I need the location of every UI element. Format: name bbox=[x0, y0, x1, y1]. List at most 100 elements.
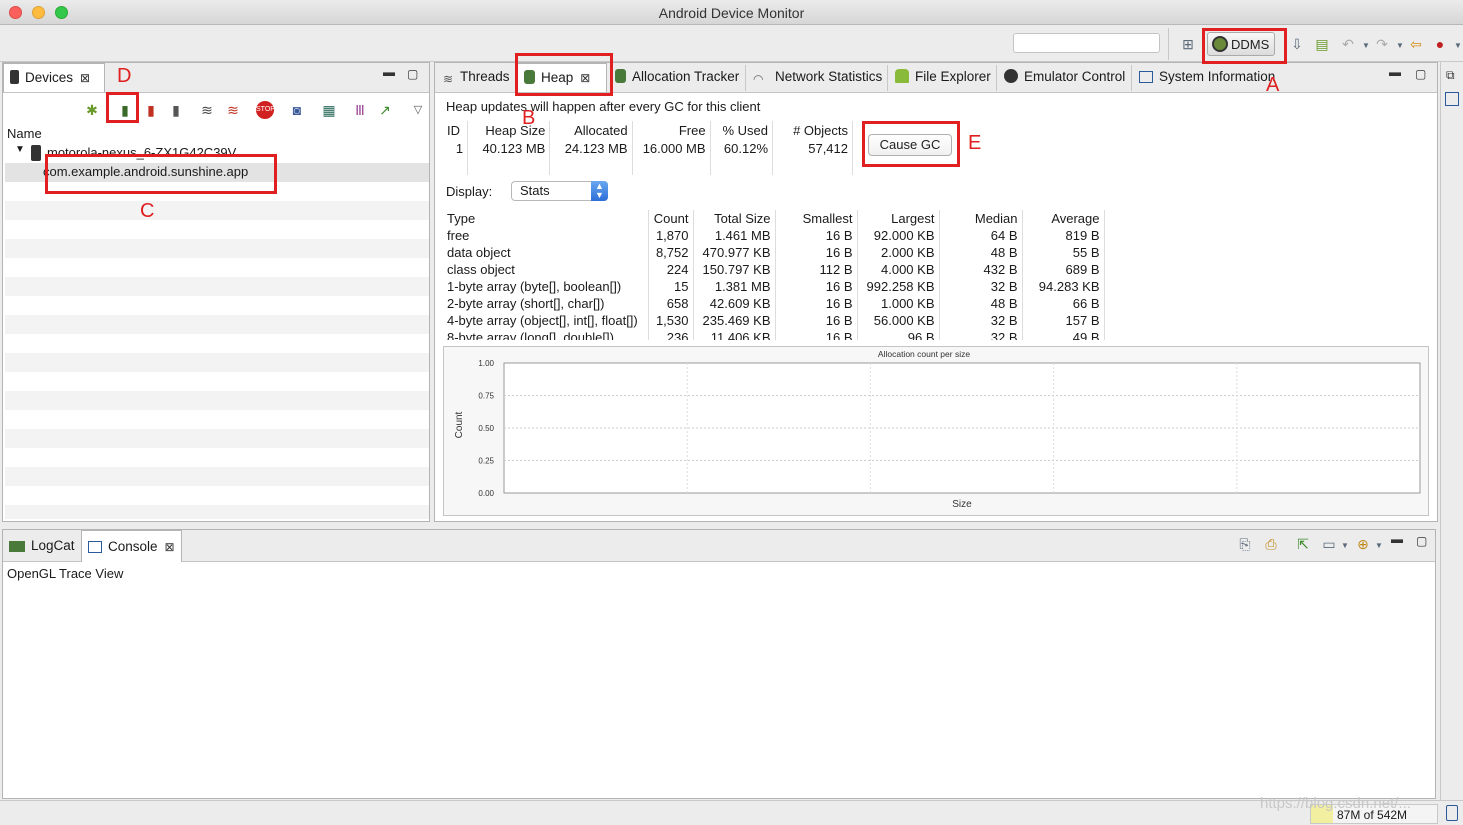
table-cell: 1 bbox=[443, 139, 469, 157]
minimize-icon[interactable]: ▬ bbox=[383, 65, 395, 79]
column-header[interactable]: Allocated bbox=[549, 121, 633, 139]
table-row[interactable]: free 1,870 1.461 MB 16 B 92.000 KB 64 B 819 B bbox=[443, 227, 1105, 244]
save-icon[interactable]: ▤ bbox=[1314, 36, 1330, 52]
chart-title: Allocation count per size bbox=[878, 349, 970, 359]
tab-file-explorer[interactable]: File Explorer bbox=[889, 63, 997, 91]
table-row[interactable]: class object 224 150.797 KB 112 B 4.000 KB 43… bbox=[443, 261, 1105, 278]
column-header[interactable]: Type bbox=[443, 210, 649, 227]
minimize-icon[interactable]: ▬ bbox=[1391, 532, 1403, 546]
view-menu-icon[interactable]: ▽ bbox=[409, 101, 427, 119]
open-console-icon[interactable]: ⊕ bbox=[1355, 536, 1371, 552]
list-row bbox=[5, 201, 429, 220]
heap-info-text: Heap updates will happen after every GC … bbox=[446, 99, 761, 114]
table-row[interactable]: 4-byte array (object[], int[], float[]) 1… bbox=[443, 312, 1105, 329]
table-cell: 32 B bbox=[939, 312, 1023, 329]
table-row[interactable]: 2-byte array (short[], char[]) 658 42.609 … bbox=[443, 295, 1105, 312]
table-cell: 157 B bbox=[1022, 312, 1105, 329]
devices-tabbar: Devices ⊠ ▬ ▢ bbox=[3, 63, 429, 93]
clear-console-icon[interactable]: ⎘ bbox=[1237, 536, 1253, 552]
console-panel: LogCat Console ⊠ ⎘ ⎙ ⇱ ▭ ▼ ⊕ ▼ ▬ ▢ OpenGL… bbox=[2, 529, 1436, 799]
maximize-icon[interactable]: ▢ bbox=[407, 67, 418, 81]
hierarchy-icon[interactable]: ↗ bbox=[376, 101, 394, 119]
chevron-down-icon[interactable]: ▼ bbox=[1337, 538, 1353, 554]
systrace-icon[interactable]: ▦ bbox=[320, 101, 338, 119]
table-row[interactable]: 1-byte array (byte[], boolean[]) 15 1.381 … bbox=[443, 278, 1105, 295]
column-header[interactable]: Free bbox=[632, 121, 711, 139]
back-icon[interactable]: ⇦ bbox=[1408, 36, 1424, 52]
column-header[interactable]: Smallest bbox=[775, 210, 858, 227]
table-cell: 2-byte array (short[], char[]) bbox=[443, 295, 649, 312]
maximize-icon[interactable]: ▢ bbox=[1415, 67, 1426, 81]
column-header[interactable]: Average bbox=[1022, 210, 1105, 227]
y-tick-label: 0.25 bbox=[478, 457, 494, 466]
summary-header-row: ID Heap Size Allocated Free % Used # Obj… bbox=[443, 121, 853, 139]
tab-system-information[interactable]: System Information bbox=[1133, 63, 1281, 91]
tab-logcat[interactable]: LogCat bbox=[3, 532, 81, 560]
debug-icon[interactable]: ● bbox=[1432, 36, 1448, 52]
quick-access-search[interactable] bbox=[1013, 33, 1160, 53]
maximize-icon[interactable]: ▢ bbox=[1416, 534, 1427, 548]
table-cell: 689 B bbox=[1022, 261, 1105, 278]
close-icon[interactable]: ⊠ bbox=[165, 540, 175, 554]
wifi-icon: ◠ bbox=[753, 72, 764, 86]
table-cell: 16 B bbox=[775, 244, 858, 261]
stop-process-icon[interactable]: STOP bbox=[256, 101, 275, 119]
close-icon[interactable]: ⊠ bbox=[80, 71, 90, 85]
y-tick-label: 0.50 bbox=[478, 424, 494, 433]
chevron-down-icon[interactable]: ▼ bbox=[1371, 538, 1387, 554]
table-cell: 8,752 bbox=[648, 244, 694, 261]
restore-icon[interactable]: ⧉ bbox=[1446, 68, 1455, 83]
dump-hprof-icon[interactable]: ▮ bbox=[142, 101, 160, 119]
chart-x-axis-label: Size bbox=[952, 499, 972, 510]
display-select[interactable]: Stats ▲ ▼ bbox=[511, 181, 608, 201]
opengl-trace-icon[interactable]: Ⅲ bbox=[351, 101, 369, 119]
display-console-icon[interactable]: ▭ bbox=[1321, 536, 1337, 552]
column-header[interactable]: % Used bbox=[710, 121, 774, 139]
column-header[interactable]: ID bbox=[443, 121, 469, 139]
system-info-icon[interactable] bbox=[1445, 92, 1459, 106]
table-row[interactable]: 8-byte array (long[], double[]) 236 11.406… bbox=[443, 329, 1105, 340]
update-threads-icon[interactable]: ≋ bbox=[198, 101, 216, 119]
column-header[interactable]: Total Size bbox=[693, 210, 776, 227]
y-tick-label: 1.00 bbox=[478, 359, 494, 368]
column-header[interactable]: Count bbox=[648, 210, 694, 227]
display-label: Display: bbox=[446, 184, 493, 199]
allocation-chart: Allocation count per size Size Count 0.0… bbox=[443, 346, 1429, 516]
tab-file-explorer-label: File Explorer bbox=[915, 69, 991, 84]
watermark: https://blog.csdn.net/... bbox=[1260, 795, 1411, 812]
column-header[interactable]: Largest bbox=[857, 210, 940, 227]
tab-allocation-tracker[interactable]: Allocation Tracker bbox=[609, 63, 745, 91]
table-row[interactable]: data object 8,752 470.977 KB 16 B 2.000 KB 48… bbox=[443, 244, 1105, 261]
column-header[interactable]: Median bbox=[939, 210, 1023, 227]
tab-separator bbox=[887, 65, 888, 91]
chevron-down-icon[interactable]: ▼ bbox=[1392, 38, 1408, 54]
tab-separator bbox=[1131, 65, 1132, 91]
minimize-icon[interactable]: ▬ bbox=[1389, 65, 1401, 79]
tab-threads[interactable]: ≋ Threads bbox=[437, 63, 516, 91]
android-icon bbox=[895, 69, 909, 83]
expand-arrow-icon[interactable]: ▼ bbox=[15, 144, 25, 155]
debug-process-icon[interactable]: ✱ bbox=[83, 101, 101, 119]
redo-icon[interactable]: ↷ bbox=[1374, 36, 1390, 52]
tab-console-label: Console bbox=[108, 539, 158, 554]
pin-console-icon[interactable]: ⇱ bbox=[1295, 536, 1311, 552]
tab-devices[interactable]: Devices ⊠ bbox=[3, 63, 105, 92]
column-header[interactable]: Heap Size bbox=[467, 121, 551, 139]
chevron-down-icon[interactable]: ▼ bbox=[1358, 38, 1374, 54]
tab-network-statistics[interactable]: ◠ Network Statistics bbox=[747, 63, 888, 91]
scroll-lock-icon[interactable]: ⎙ bbox=[1263, 536, 1279, 552]
column-header[interactable]: # Objects bbox=[772, 121, 853, 139]
screen-capture-icon[interactable]: ◙ bbox=[288, 101, 306, 119]
cause-gc-icon[interactable]: ▮ bbox=[167, 101, 185, 119]
download-icon[interactable]: ⇩ bbox=[1289, 36, 1305, 52]
table-row[interactable]: 1 40.123 MB 24.123 MB 16.000 MB 60.12% 5… bbox=[443, 139, 853, 157]
chevron-down-icon[interactable]: ▼ bbox=[1450, 38, 1463, 54]
trash-icon[interactable] bbox=[1446, 805, 1458, 821]
tab-emulator-control[interactable]: Emulator Control bbox=[998, 63, 1131, 91]
tab-console[interactable]: Console ⊠ bbox=[81, 530, 182, 562]
undo-icon[interactable]: ↶ bbox=[1340, 36, 1356, 52]
name-column-header: Name bbox=[7, 126, 42, 141]
type-stats-table-container[interactable]: Type Count Total Size Smallest Largest M… bbox=[443, 210, 1431, 340]
method-profiling-icon[interactable]: ≋ bbox=[224, 101, 242, 119]
open-perspective-icon[interactable]: ⊞ bbox=[1180, 36, 1196, 52]
